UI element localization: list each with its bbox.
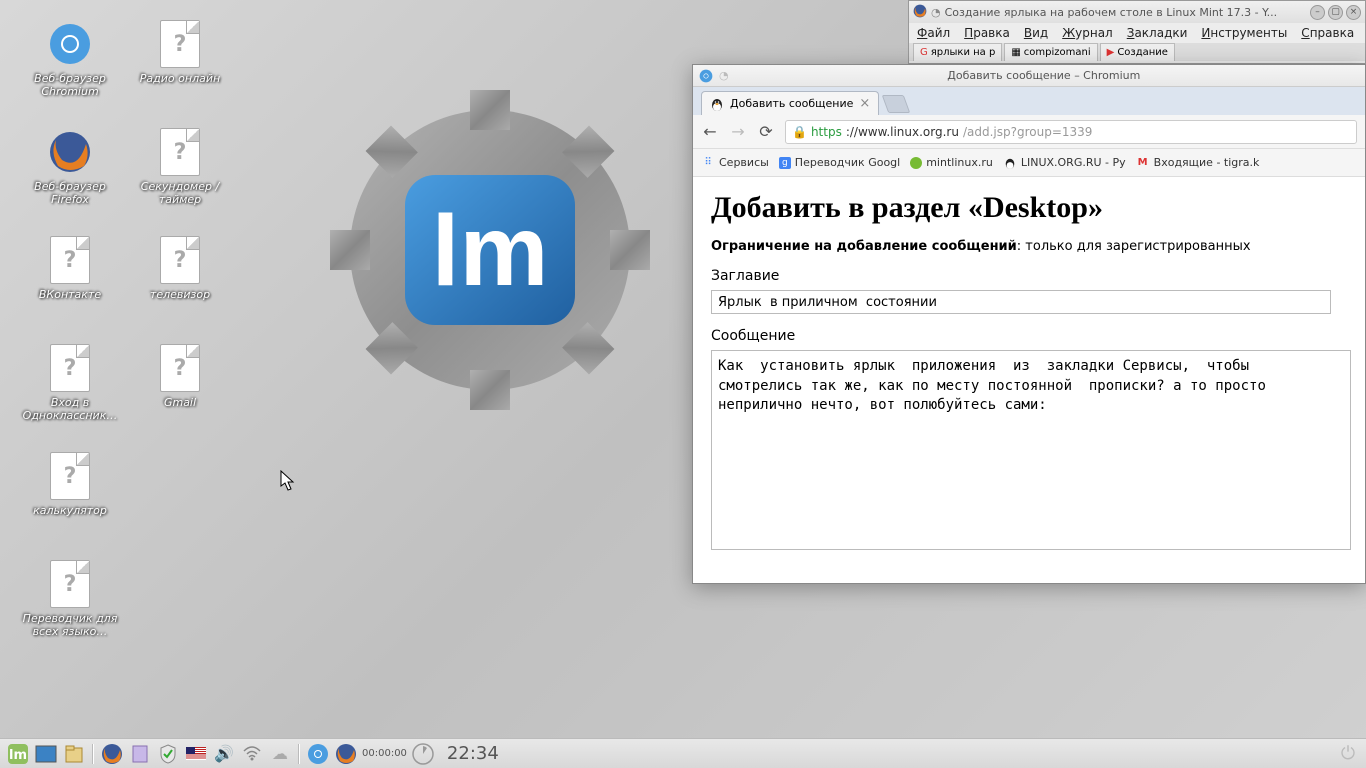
- firefox-menubar: Файл Правка Вид Журнал Закладки Инструме…: [909, 23, 1365, 43]
- chromium-window[interactable]: ◔ Добавить сообщение – Chromium Добавить…: [692, 64, 1366, 584]
- restriction-text: Ограничение на добавление сообщений: тол…: [711, 239, 1347, 254]
- menu-bookmarks[interactable]: Закладки: [1127, 26, 1188, 40]
- firefox-icon: [913, 4, 927, 21]
- menu-view[interactable]: Вид: [1024, 26, 1048, 40]
- mint-icon: [910, 157, 922, 169]
- taskbar-chromium-button[interactable]: [306, 742, 330, 766]
- desktop-icon-radio[interactable]: ? Радио онлайн: [130, 20, 230, 85]
- bookmark-item[interactable]: mintlinux.ru: [910, 156, 993, 169]
- document-icon: ?: [46, 344, 94, 392]
- language-indicator[interactable]: [184, 742, 208, 766]
- wallpaper-logo: lm: [300, 90, 680, 410]
- taskbar-separator: [298, 744, 300, 764]
- title-input[interactable]: [711, 290, 1331, 314]
- mouse-cursor: [280, 470, 296, 492]
- desktop-icon-translator[interactable]: ? Переводчик для всех языко…: [20, 560, 120, 638]
- back-button[interactable]: ←: [701, 123, 719, 141]
- minimize-button[interactable]: –: [1310, 5, 1325, 20]
- taskbar-files-button[interactable]: [128, 742, 152, 766]
- apps-icon: ⠿: [701, 156, 715, 170]
- chromium-toolbar: ← → ⟳ 🔒 https://www.linux.org.ru/add.jsp…: [693, 115, 1365, 149]
- document-icon: ?: [156, 236, 204, 284]
- reload-button[interactable]: ⟳: [757, 123, 775, 141]
- bookmarks-bar: ⠿ Сервисы g Переводчик Googl mintlinux.r…: [693, 149, 1365, 177]
- cpu-indicator[interactable]: [411, 742, 435, 766]
- svg-text:lm: lm: [432, 195, 549, 307]
- bookmark-item[interactable]: ⠿ Сервисы: [701, 156, 769, 170]
- menu-history[interactable]: Журнал: [1062, 26, 1113, 40]
- taskbar: lm 🔊 ☁ 00:00:00 22:34 ⏻: [0, 738, 1366, 768]
- taskbar-firefox-running[interactable]: [334, 742, 358, 766]
- file-manager-button[interactable]: [62, 742, 86, 766]
- taskbar-separator: [92, 744, 94, 764]
- chromium-tab-strip: Добавить сообщение ×: [693, 87, 1365, 115]
- firefox-icon: [46, 128, 94, 176]
- message-label: Сообщение: [711, 328, 1347, 344]
- desktop-icon-calculator[interactable]: ? калькулятор: [20, 452, 120, 517]
- document-icon: ?: [46, 560, 94, 608]
- clock[interactable]: 22:34: [447, 743, 499, 764]
- new-tab-button[interactable]: [882, 95, 911, 113]
- document-icon: ?: [156, 344, 204, 392]
- desktop-icon-chromium[interactable]: Веб-браузер Chromium: [20, 20, 120, 98]
- tux-icon: ◔: [931, 6, 941, 19]
- desktop-icon-vk[interactable]: ? ВКонтакте: [20, 236, 120, 301]
- firefox-window[interactable]: ◔ Создание ярлыка на рабочем столе в Lin…: [908, 0, 1366, 64]
- wifi-indicator[interactable]: [240, 742, 264, 766]
- lock-icon: 🔒: [792, 125, 807, 139]
- start-menu-button[interactable]: lm: [6, 742, 30, 766]
- chromium-icon: [699, 69, 713, 83]
- menu-file[interactable]: Файл: [917, 26, 950, 40]
- bookmark-item[interactable]: g Переводчик Googl: [779, 156, 900, 169]
- firefox-tab[interactable]: Gярлыки на р: [913, 43, 1002, 61]
- gmail-icon: M: [1136, 156, 1150, 170]
- title-label: Заглавие: [711, 268, 1347, 284]
- menu-tools[interactable]: Инструменты: [1201, 26, 1287, 40]
- tux-icon: [710, 97, 724, 111]
- volume-indicator[interactable]: 🔊: [212, 742, 236, 766]
- desktop-icon-odnoklassniki[interactable]: ? Вход в Одноклассник…: [20, 344, 120, 422]
- chromium-icon: [46, 20, 94, 68]
- taskbar-shield-button[interactable]: [156, 742, 180, 766]
- message-textarea[interactable]: Как установить ярлык приложения из закла…: [711, 350, 1351, 550]
- bookmark-item[interactable]: M Входящие - tigra.k: [1136, 156, 1260, 170]
- desktop-icon-gmail[interactable]: ? Gmail: [130, 344, 230, 409]
- page-heading: Добавить в раздел «Desktop»: [711, 191, 1347, 225]
- menu-edit[interactable]: Правка: [964, 26, 1010, 40]
- desktop-icon-timer[interactable]: ? Секундомер / таймер: [130, 128, 230, 206]
- desktop-icon-firefox[interactable]: Веб-браузер Firefox: [20, 128, 120, 206]
- browser-tab[interactable]: Добавить сообщение ×: [701, 91, 879, 115]
- svg-text:lm: lm: [9, 748, 27, 763]
- window-inactive-icon: ◔: [719, 69, 729, 82]
- tab-close-button[interactable]: ×: [859, 96, 870, 111]
- firefox-tab[interactable]: ▶Создание: [1100, 43, 1175, 61]
- close-button[interactable]: ×: [1346, 5, 1361, 20]
- page-content: Добавить в раздел «Desktop» Ограничение …: [693, 177, 1365, 583]
- firefox-tab[interactable]: ▦compizomani: [1004, 43, 1097, 61]
- document-icon: ?: [156, 128, 204, 176]
- google-icon: g: [779, 157, 791, 169]
- document-icon: ?: [156, 20, 204, 68]
- chromium-titlebar[interactable]: ◔ Добавить сообщение – Chromium: [693, 65, 1365, 87]
- timer-display: 00:00:00: [362, 748, 407, 759]
- address-bar[interactable]: 🔒 https://www.linux.org.ru/add.jsp?group…: [785, 120, 1357, 144]
- logout-button[interactable]: ⏻: [1336, 742, 1360, 766]
- document-icon: ?: [46, 452, 94, 500]
- desktop-icon-tv[interactable]: ? телевизор: [130, 236, 230, 301]
- document-icon: ?: [46, 236, 94, 284]
- firefox-tabs: Gярлыки на р ▦compizomani ▶Создание: [909, 43, 1365, 61]
- taskbar-firefox-button[interactable]: [100, 742, 124, 766]
- tux-icon: [1003, 156, 1017, 170]
- firefox-titlebar[interactable]: ◔ Создание ярлыка на рабочем столе в Lin…: [909, 1, 1365, 23]
- menu-help[interactable]: Справка: [1301, 26, 1354, 40]
- show-desktop-button[interactable]: [34, 742, 58, 766]
- weather-indicator[interactable]: ☁: [268, 742, 292, 766]
- forward-button[interactable]: →: [729, 123, 747, 141]
- bookmark-item[interactable]: LINUX.ORG.RU - Ру: [1003, 156, 1126, 170]
- maximize-button[interactable]: ▢: [1328, 5, 1343, 20]
